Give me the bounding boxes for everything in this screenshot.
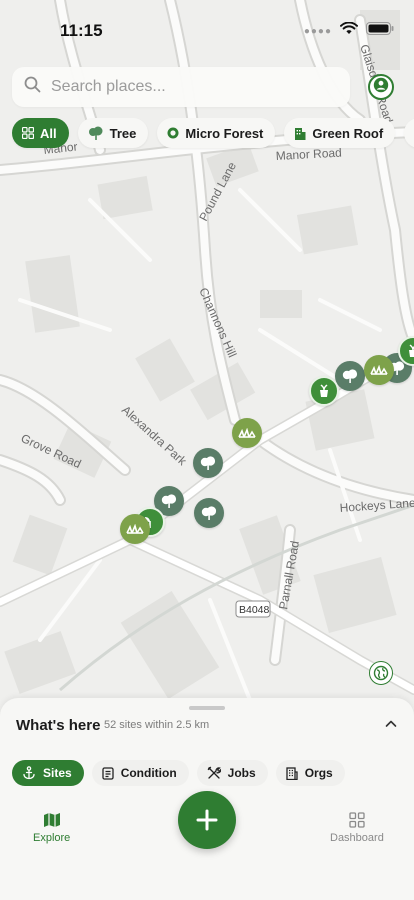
map-icon xyxy=(43,813,60,827)
search-input[interactable]: Search places... xyxy=(51,78,166,96)
add-button[interactable] xyxy=(178,791,236,849)
chevron-up-icon[interactable] xyxy=(384,717,398,736)
filter-chips: All Tree Micro Forest Green Roof Gr xyxy=(12,118,414,150)
plus-icon xyxy=(196,809,218,831)
road-label-b4048: B4048 xyxy=(239,604,270,616)
tab-explore[interactable]: Explore xyxy=(33,812,70,844)
tree-icon xyxy=(161,494,177,508)
status-bar: 11:15 ●●●● xyxy=(0,0,414,56)
profile-icon xyxy=(373,77,389,98)
sheet-title: What's here xyxy=(16,717,101,734)
tree-icon xyxy=(201,506,217,520)
search-bar[interactable]: Search places... xyxy=(12,67,350,107)
search-icon xyxy=(24,76,41,98)
document-icon xyxy=(102,766,114,780)
planter-icon xyxy=(409,344,414,357)
sheet-subtitle: 52 sites within 2.5 km xyxy=(104,719,210,731)
grass-icon xyxy=(238,428,256,438)
map-marker-tree[interactable] xyxy=(335,361,365,391)
filter-chip-all[interactable]: All xyxy=(12,118,69,148)
map-marker-grass[interactable] xyxy=(364,355,394,385)
building-icon xyxy=(286,766,298,780)
tab-label: Dashboard xyxy=(330,832,384,844)
locate-button[interactable] xyxy=(369,661,393,685)
building-icon xyxy=(295,127,306,140)
tree-icon xyxy=(88,126,103,140)
filter-chip-green-roof[interactable]: Green Roof xyxy=(284,118,396,148)
filter-chip-label: Micro Forest xyxy=(185,125,264,141)
filter-chip-green-wall[interactable]: Gr xyxy=(404,118,414,148)
filter-chip-label: All xyxy=(40,125,57,141)
map-marker-grass[interactable] xyxy=(232,418,262,448)
grass-icon xyxy=(370,365,388,375)
grid-icon xyxy=(22,127,34,139)
anchor-icon xyxy=(23,766,35,780)
map-marker-tree[interactable] xyxy=(194,498,224,528)
segment-label: Jobs xyxy=(227,766,256,780)
segment-condition[interactable]: Condition xyxy=(91,760,189,786)
tab-dashboard[interactable]: Dashboard xyxy=(330,812,384,844)
segment-label: Sites xyxy=(43,766,72,780)
tree-icon xyxy=(200,456,216,470)
grass-icon xyxy=(126,524,144,534)
tree-icon xyxy=(342,369,358,383)
filter-chip-tree[interactable]: Tree xyxy=(77,118,149,148)
sheet-grabber[interactable] xyxy=(189,706,225,710)
planter-icon xyxy=(320,384,328,397)
segment-label: Orgs xyxy=(304,766,333,780)
segment-sites[interactable]: Sites xyxy=(12,760,84,786)
filter-chip-label: Tree xyxy=(109,125,137,141)
segment-orgs[interactable]: Orgs xyxy=(275,760,345,786)
micro-forest-icon xyxy=(167,127,179,139)
status-icons: ●●●● xyxy=(303,21,394,40)
sheet-segments: Sites Condition Jobs Orgs xyxy=(12,760,345,786)
segment-label: Condition xyxy=(120,766,177,780)
map-marker-grass[interactable] xyxy=(120,514,150,544)
wifi-icon xyxy=(340,21,358,40)
map-marker-tree[interactable] xyxy=(193,448,223,478)
map-marker-planter[interactable] xyxy=(309,376,339,406)
profile-button[interactable] xyxy=(368,74,394,100)
tab-label: Explore xyxy=(33,832,71,844)
cellular-dots-icon: ●●●● xyxy=(303,25,332,37)
battery-icon xyxy=(366,22,394,40)
dashboard-grid-icon xyxy=(349,812,365,828)
status-time: 11:15 xyxy=(60,21,103,40)
filter-chip-micro-forest[interactable]: Micro Forest xyxy=(157,118,276,148)
filter-chip-label: Green Roof xyxy=(312,125,384,141)
globe-icon xyxy=(373,665,389,681)
tools-icon xyxy=(207,766,221,779)
segment-jobs[interactable]: Jobs xyxy=(196,760,268,786)
